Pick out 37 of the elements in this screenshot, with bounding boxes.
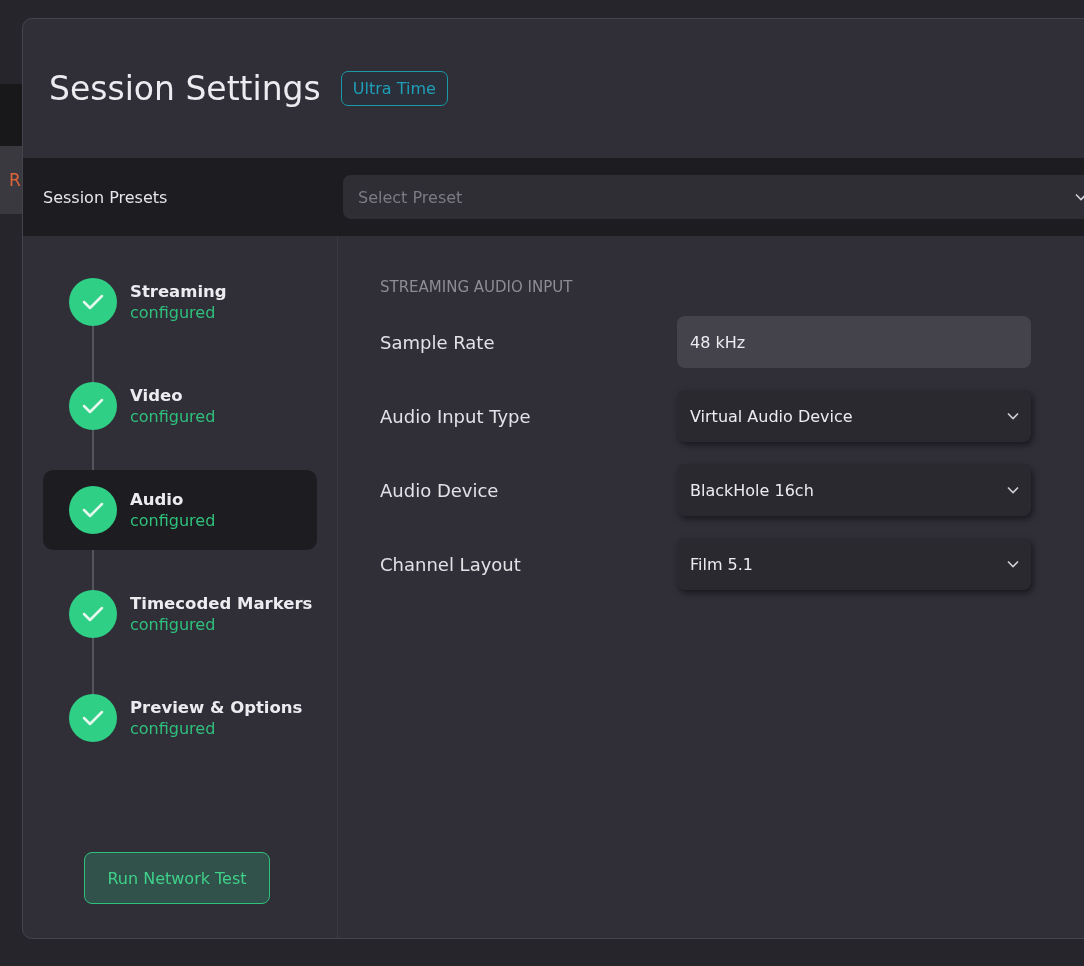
- checkmark-icon: [82, 501, 104, 519]
- field-label: Channel Layout: [380, 553, 522, 575]
- checkmark-icon: [82, 397, 104, 415]
- step-item[interactable]: Timecoded Markers configured: [43, 574, 317, 654]
- step-item[interactable]: Video configured: [43, 366, 317, 446]
- field-label: Audio Device: [380, 479, 500, 501]
- plan-badge: Ultra Time: [340, 71, 448, 106]
- field-label: Sample Rate: [380, 331, 496, 353]
- step-title: Audio: [130, 490, 185, 509]
- dialog-title: Session Settings: [49, 69, 321, 108]
- step-status: configured: [130, 615, 217, 634]
- select-field[interactable]: BlackHole 16ch: [677, 464, 1031, 516]
- step-status: configured: [130, 511, 216, 530]
- step-status: configured: [130, 719, 217, 738]
- step-item[interactable]: Audio configured: [43, 470, 317, 550]
- section-heading: STREAMING AUDIO INPUT: [380, 278, 574, 296]
- step-status: configured: [130, 407, 216, 426]
- chevron-down-icon: [1007, 486, 1019, 494]
- field-label: Audio Input Type: [380, 405, 532, 427]
- value-field[interactable]: 48 kHz: [677, 316, 1031, 368]
- step-status: configured: [130, 303, 217, 322]
- select-field[interactable]: Film 5.1: [677, 538, 1031, 590]
- step-title: Preview & Options: [130, 698, 303, 717]
- checkmark-icon: [82, 293, 104, 311]
- step-title: Streaming: [130, 282, 227, 301]
- step-title: Timecoded Markers: [130, 594, 313, 613]
- chevron-down-icon: [1075, 193, 1084, 201]
- checkmark-icon: [82, 709, 104, 727]
- checkmark-icon: [82, 605, 104, 623]
- network-test-button[interactable]: Run Network Test: [84, 852, 270, 904]
- step-item[interactable]: Streaming configured: [43, 262, 317, 342]
- step-item[interactable]: Preview & Options configured: [43, 678, 317, 758]
- chevron-down-icon: [1007, 412, 1019, 420]
- presets-label: Session Presets: [43, 187, 169, 207]
- select-field[interactable]: Virtual Audio Device: [677, 390, 1031, 442]
- step-title: Video: [130, 386, 184, 405]
- chevron-down-icon: [1007, 560, 1019, 568]
